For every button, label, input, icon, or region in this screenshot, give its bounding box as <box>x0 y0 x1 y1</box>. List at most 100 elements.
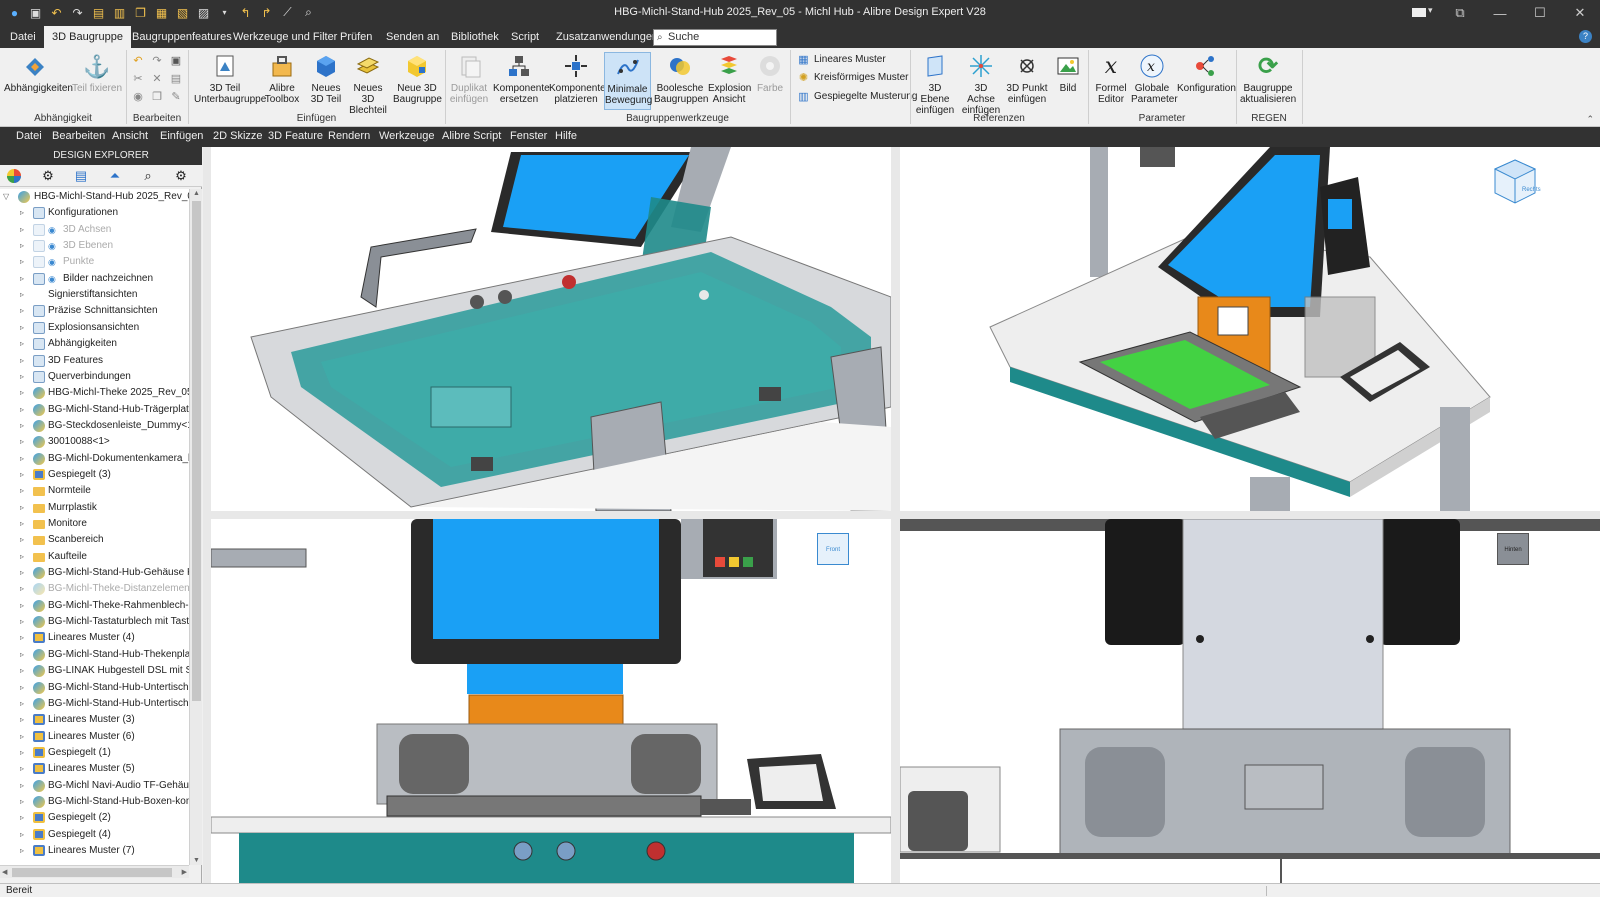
3d-punkt-einfuegen-button[interactable]: 3D Punkt einfügen <box>1006 52 1048 105</box>
tree-expand-icon[interactable]: ▹ <box>20 483 29 499</box>
tree-item[interactable]: ▹ Abhängigkeiten <box>0 336 189 352</box>
tree-expand-icon[interactable]: ▹ <box>20 336 29 352</box>
rename-icon[interactable]: ✎ <box>169 90 183 104</box>
tab-baugruppenfeatures[interactable]: Baugruppenfeatures <box>124 26 240 48</box>
tree-expand-icon[interactable]: ▹ <box>20 630 29 646</box>
view-cube-top-right[interactable] <box>1490 157 1540 207</box>
menu-3d-feature[interactable]: 3D Feature <box>268 130 323 142</box>
menu-ansicht[interactable]: Ansicht <box>112 130 148 142</box>
collapse-ribbon-icon[interactable]: ⌃ <box>1586 114 1594 125</box>
tree-item[interactable]: ▹ Präzise Schnittansichten <box>0 303 189 319</box>
tree-expand-icon[interactable]: ▹ <box>20 729 29 745</box>
tree-expand-icon[interactable]: ▹ <box>20 205 29 221</box>
tree-item[interactable]: ▹ Gespiegelt (3) <box>0 467 189 483</box>
cut-icon[interactable]: ✂ <box>131 72 145 86</box>
neues-3d-teil-button[interactable]: Neues 3D Teil <box>308 52 344 105</box>
tree-expand-icon[interactable]: ▹ <box>20 434 29 450</box>
viewport-bottom-right[interactable]: Hinten <box>900 519 1600 883</box>
konfiguration-button[interactable]: Konfiguration <box>1177 52 1236 94</box>
tree-item[interactable]: ▹ BG-LINAK Hubgestell DSL mit Star <box>0 663 189 679</box>
menu-alibre-script[interactable]: Alibre Script <box>442 130 501 142</box>
tree-item[interactable]: ▹ Monitore <box>0 516 189 532</box>
tree-expand-icon[interactable]: ▹ <box>20 532 29 548</box>
tree-item[interactable]: ▹ ◉ Punkte <box>0 254 189 270</box>
tree-item[interactable]: ▹ 3D Features <box>0 353 189 369</box>
scroll-down-icon[interactable]: ▼ <box>193 857 200 864</box>
tab-bibliothek[interactable]: Bibliothek <box>443 26 507 48</box>
tree-item[interactable]: ▹ 30010088<1> <box>0 434 189 450</box>
tree-item[interactable]: ▹ Explosionsansichten <box>0 320 189 336</box>
tree-expand-icon[interactable]: ▹ <box>20 385 29 401</box>
tree-expand-icon[interactable]: ▹ <box>20 549 29 565</box>
restore-layout-icon[interactable]: ⧉ <box>1440 0 1480 26</box>
tree-expand-icon[interactable]: ▹ <box>20 500 29 516</box>
minimize-button[interactable]: — <box>1480 0 1520 26</box>
tree-expand-icon[interactable]: ▹ <box>20 843 29 859</box>
tree-item[interactable]: ▹ Normteile <box>0 483 189 499</box>
tree-expand-icon[interactable]: ▹ <box>20 663 29 679</box>
tree-item[interactable]: ▹ BG-Michl Navi-Audio TF-Gehäuse_ <box>0 778 189 794</box>
visibility-eye-icon[interactable]: ◉ <box>48 254 56 270</box>
paste-icon[interactable]: ▤ <box>169 72 183 86</box>
view-cube-front[interactable]: Front <box>817 533 849 565</box>
tree-expand-icon[interactable]: ▹ <box>20 794 29 810</box>
tree-expand-icon[interactable]: ▹ <box>20 222 29 238</box>
alibre-toolbox-button[interactable]: Alibre Toolbox <box>262 52 302 105</box>
komponente-ersetzen-button[interactable]: Komponente ersetzen <box>493 52 550 105</box>
undo-edit-icon[interactable]: ↶ <box>131 54 145 68</box>
account-icon[interactable] <box>1412 8 1426 17</box>
kreisfoermiges-muster-button[interactable]: ✺ Kreisförmiges Muster <box>797 71 909 85</box>
viewport-bottom-left[interactable]: Front <box>211 519 891 883</box>
tree-expand-icon[interactable]: ▹ <box>20 467 29 483</box>
view-cube-hinten[interactable]: Hinten <box>1497 533 1529 565</box>
teil-fixieren-button[interactable]: ⚓ Teil fixieren <box>70 52 124 94</box>
viewport-top-right[interactable]: Rechts <box>900 147 1600 511</box>
tree-item[interactable]: ▹ Gespiegelt (4) <box>0 827 189 843</box>
bild-button[interactable]: Bild <box>1053 52 1083 94</box>
tree-item[interactable]: ▹ BG-Michl-Tastaturblech mit Tastatu <box>0 614 189 630</box>
clipboard-icon[interactable]: ▣ <box>169 54 183 68</box>
visibility-icon[interactable]: ◉ <box>131 90 145 104</box>
duplicate-icon[interactable]: ❐ <box>150 90 164 104</box>
tab-datei[interactable]: Datei <box>2 26 44 48</box>
minimale-bewegung-button[interactable]: Minimale Bewegung <box>604 52 652 110</box>
tree-item[interactable]: ▹ BG-Michl-Stand-Hub-Boxen-komple <box>0 794 189 810</box>
menu-datei[interactable]: Datei <box>16 130 42 142</box>
tree-view-icon[interactable]: ▤ <box>73 168 89 184</box>
tree-expand-icon[interactable]: ▹ <box>20 303 29 319</box>
component-settings-icon[interactable]: ⚙ <box>40 168 56 184</box>
h-scroll-thumb[interactable] <box>12 868 172 877</box>
tree-expand-icon[interactable]: ▹ <box>20 827 29 843</box>
tree-expand-icon[interactable]: ▹ <box>20 778 29 794</box>
menu-hilfe[interactable]: Hilfe <box>555 130 577 142</box>
tree-root[interactable]: ▽ HBG-Michl-Stand-Hub 2025_Rev_05 <box>0 189 189 205</box>
tree-expand-icon[interactable]: ▹ <box>20 287 29 303</box>
tree-item[interactable]: ▹ ◉ 3D Achsen <box>0 222 189 238</box>
tree-expand-icon[interactable]: ▹ <box>20 761 29 777</box>
scroll-thumb[interactable] <box>192 201 201 701</box>
scroll-up-icon[interactable]: ▲ <box>193 190 200 197</box>
tree-item[interactable]: ▹ HBG-Michl-Theke 2025_Rev_05< <box>0 385 189 401</box>
tree-item[interactable]: ▹ BG-Michl-Dokumentenkamera_kon <box>0 451 189 467</box>
tree-item[interactable]: ▹ Konfigurationen <box>0 205 189 221</box>
duplikat-einfuegen-button[interactable]: Duplikat einfügen <box>449 52 489 105</box>
tree-item[interactable]: ▹ BG-Michl-Stand-Hub-Untertischgeh <box>0 680 189 696</box>
globale-parameter-button[interactable]: x Globale Parameter <box>1131 52 1178 105</box>
3d-ebene-einfuegen-button[interactable]: 3D Ebene einfügen <box>914 52 956 116</box>
tree-expand-icon[interactable]: ▹ <box>20 402 29 418</box>
tree-expand-icon[interactable]: ▹ <box>20 565 29 581</box>
explorer-vertical-scrollbar[interactable]: ▲ ▼ <box>189 189 202 865</box>
visibility-eye-icon[interactable]: ◉ <box>48 222 56 238</box>
tree-item[interactable]: ▹ Lineares Muster (4) <box>0 630 189 646</box>
tab-zusatzanwendungen[interactable]: Zusatzanwendungen <box>548 26 666 48</box>
tree-expand-icon[interactable]: ▹ <box>20 369 29 385</box>
3d-achse-einfuegen-button[interactable]: 3D Achse einfügen <box>960 52 1002 116</box>
menu-rendern[interactable]: Rendern <box>328 130 370 142</box>
visibility-eye-icon[interactable]: ◉ <box>48 238 56 254</box>
gespiegelte-musterung-button[interactable]: ▥ Gespiegelte Musterung <box>797 90 917 104</box>
abhaengigkeiten-button[interactable]: Abhängigkeiten <box>4 52 73 94</box>
menu-fenster[interactable]: Fenster <box>510 130 547 142</box>
tree-item[interactable]: ▹ Kaufteile <box>0 549 189 565</box>
tree-expand-icon[interactable]: ▹ <box>20 598 29 614</box>
tree-item[interactable]: ▹ BG-Michl-Stand-Hub-Thekenplatte_ <box>0 647 189 663</box>
